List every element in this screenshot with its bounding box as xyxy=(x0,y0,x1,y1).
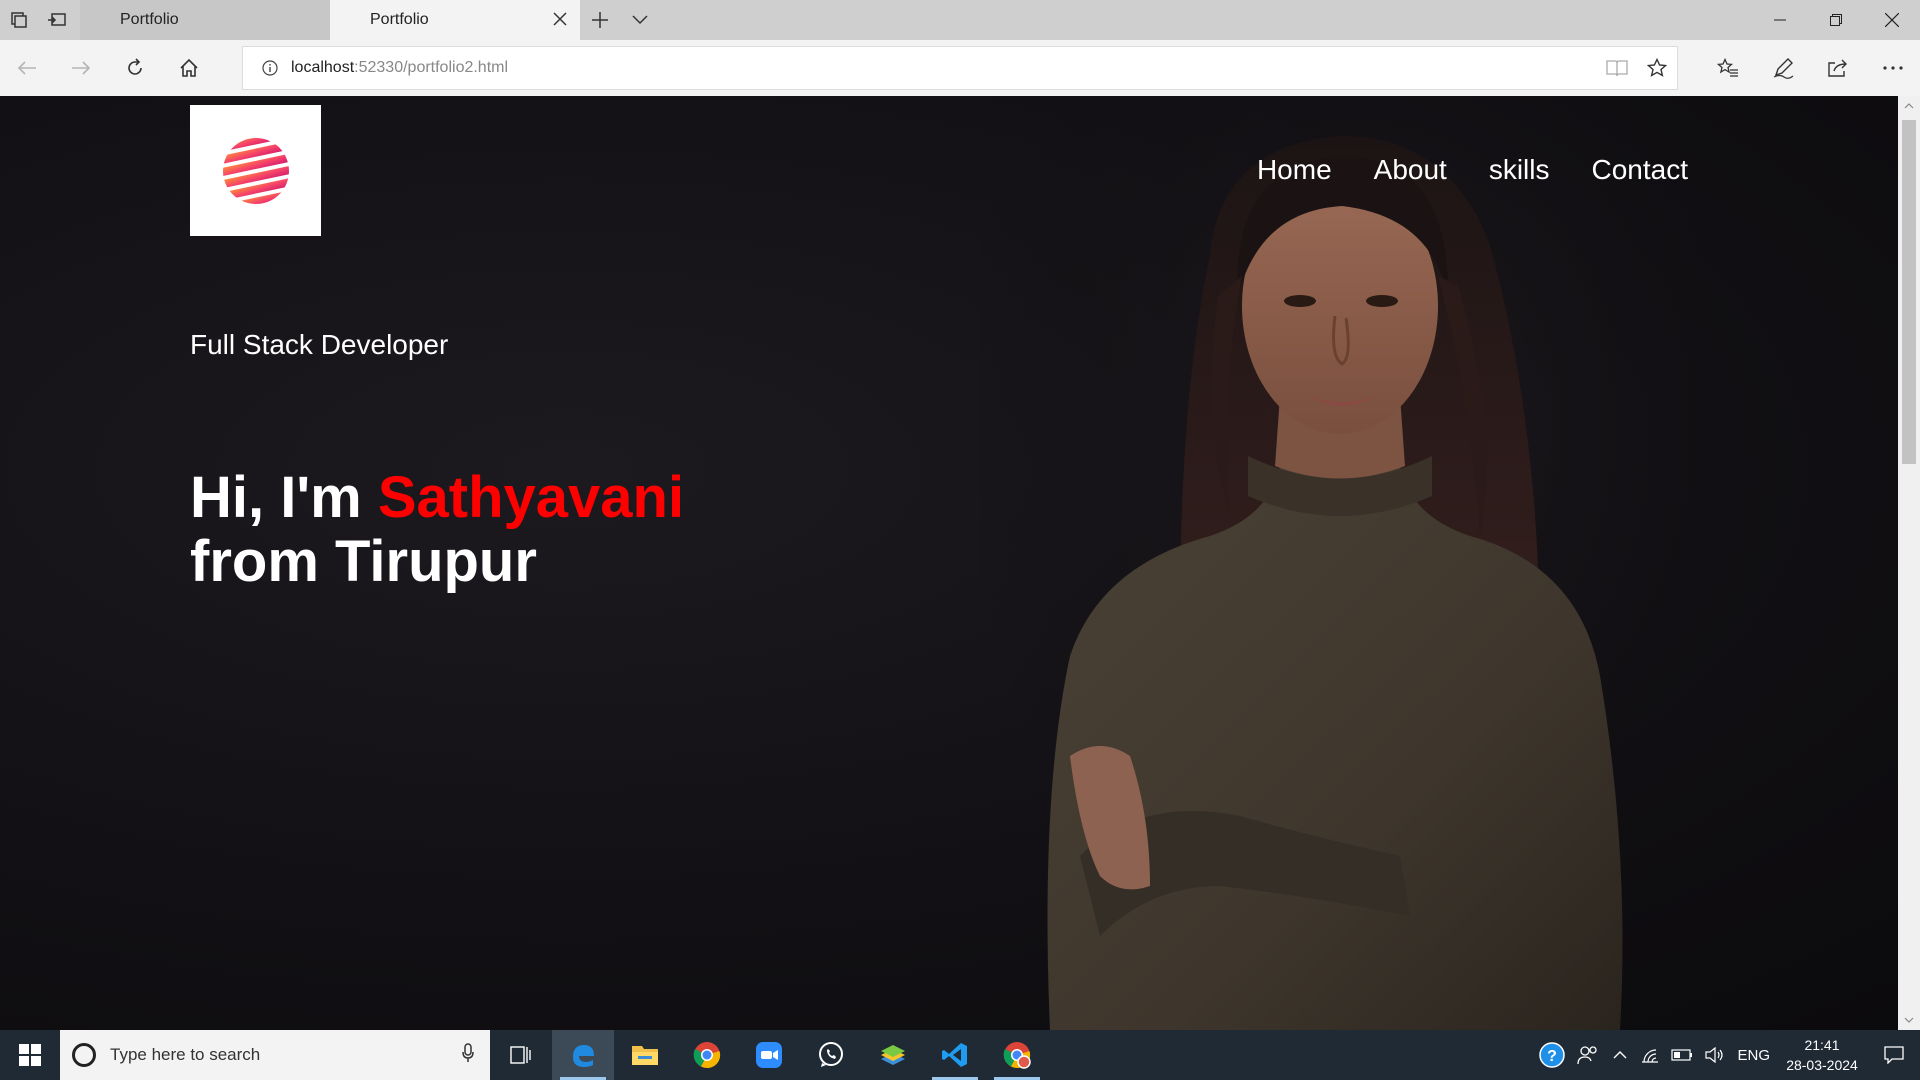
reading-view-icon[interactable] xyxy=(1597,46,1637,90)
tab-title: Portfolio xyxy=(370,11,429,28)
edge-icon[interactable] xyxy=(552,1030,614,1080)
forward-icon[interactable] xyxy=(54,40,108,96)
volume-icon[interactable] xyxy=(1699,1030,1731,1080)
nav-skills-link[interactable]: skills xyxy=(1489,154,1550,186)
portfolio-page: Home About skills Contact Full Stack Dev… xyxy=(0,96,1898,1030)
tab-portfolio-1[interactable]: Portfolio xyxy=(80,0,330,40)
page-scrollbar[interactable] xyxy=(1898,96,1920,1030)
scrollbar-thumb[interactable] xyxy=(1902,120,1916,464)
headline-location: from Tirupur xyxy=(190,529,537,594)
home-icon[interactable] xyxy=(162,40,216,96)
file-explorer-icon[interactable] xyxy=(614,1030,676,1080)
site-nav: Home About skills Contact xyxy=(1257,154,1688,186)
url-path: :52330/portfolio2.html xyxy=(354,59,509,76)
vscode-icon[interactable] xyxy=(924,1030,986,1080)
search-placeholder: Type here to search xyxy=(110,1045,261,1064)
pen-icon[interactable] xyxy=(1755,40,1810,96)
system-clock[interactable]: 21:41 28-03-2024 xyxy=(1776,1030,1868,1080)
globe-logo-icon xyxy=(222,137,289,204)
clock-date: 28-03-2024 xyxy=(1786,1057,1858,1073)
windows-start-icon[interactable] xyxy=(0,1030,60,1080)
svg-text:?: ? xyxy=(1548,1048,1558,1065)
bluestacks-icon[interactable] xyxy=(862,1030,924,1080)
language-indicator[interactable]: ENG xyxy=(1731,1030,1776,1080)
notification-center-icon[interactable] xyxy=(1868,1030,1920,1080)
tab-manager-icon[interactable] xyxy=(0,0,38,40)
microphone-icon[interactable] xyxy=(462,1042,474,1068)
restore-icon[interactable] xyxy=(1808,0,1864,40)
hero-subtitle: Full Stack Developer xyxy=(190,329,449,360)
battery-icon[interactable] xyxy=(1665,1030,1699,1080)
system-tray: ? ENG 21:41 28-03-2024 xyxy=(1533,1030,1920,1080)
plus-icon[interactable] xyxy=(580,0,620,40)
network-icon[interactable] xyxy=(1635,1030,1665,1080)
set-aside-icon[interactable] xyxy=(38,0,76,40)
chrome-profile-icon[interactable] xyxy=(986,1030,1048,1080)
browser-toolbar: localhost:52330/portfolio2.html xyxy=(0,40,1920,96)
close-icon[interactable] xyxy=(550,9,570,29)
whatsapp-icon[interactable] xyxy=(800,1030,862,1080)
nav-contact-link[interactable]: Contact xyxy=(1592,154,1689,186)
chevron-up-icon[interactable] xyxy=(1605,1030,1635,1080)
address-bar[interactable]: localhost:52330/portfolio2.html xyxy=(242,46,1678,90)
cortana-icon xyxy=(72,1043,96,1067)
clock-time: 21:41 xyxy=(1804,1037,1840,1053)
nav-home-link[interactable]: Home xyxy=(1257,154,1332,186)
favorites-icon[interactable] xyxy=(1700,40,1755,96)
url-host: localhost xyxy=(291,59,355,76)
chrome-icon[interactable] xyxy=(676,1030,738,1080)
share-icon[interactable] xyxy=(1810,40,1865,96)
back-icon[interactable] xyxy=(0,40,54,96)
star-icon[interactable] xyxy=(1637,46,1677,90)
info-icon[interactable] xyxy=(255,60,285,76)
window-close-icon[interactable] xyxy=(1864,0,1920,40)
more-icon[interactable] xyxy=(1865,40,1920,96)
zoom-icon[interactable] xyxy=(738,1030,800,1080)
windows-taskbar: Type here to search ? ENG 21:41 28-03-20… xyxy=(0,1030,1920,1080)
tab-title: Portfolio xyxy=(120,11,179,28)
help-icon[interactable]: ? xyxy=(1533,1030,1571,1080)
browser-tab-bar: Portfolio Portfolio xyxy=(0,0,1920,40)
chevron-down-icon[interactable] xyxy=(620,0,660,40)
nav-about-link[interactable]: About xyxy=(1374,154,1447,186)
site-logo[interactable] xyxy=(190,105,321,236)
tab-portfolio-2[interactable]: Portfolio xyxy=(330,0,580,40)
hero-headline: Hi, I'm Sathyavani from Tirupur xyxy=(190,466,684,594)
scroll-up-icon[interactable] xyxy=(1898,96,1920,116)
task-view-icon[interactable] xyxy=(490,1030,552,1080)
refresh-icon[interactable] xyxy=(108,40,162,96)
minimize-icon[interactable] xyxy=(1752,0,1808,40)
scroll-down-icon[interactable] xyxy=(1898,1010,1920,1030)
taskbar-search-input[interactable]: Type here to search xyxy=(60,1030,490,1080)
hero-portrait-image xyxy=(980,96,1760,1030)
people-icon[interactable] xyxy=(1571,1030,1605,1080)
headline-name: Sathyavani xyxy=(377,465,685,530)
headline-greeting: Hi, I'm xyxy=(190,465,378,530)
